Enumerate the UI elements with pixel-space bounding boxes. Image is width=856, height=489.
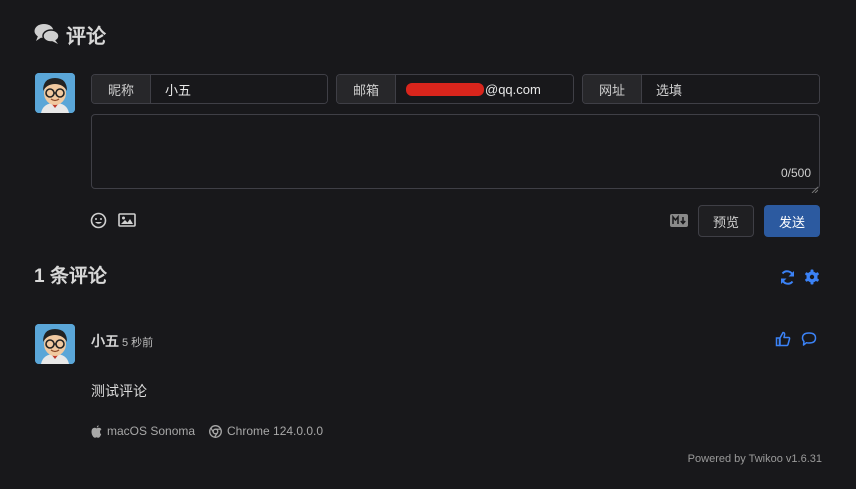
preview-button[interactable]: 预览 <box>698 205 754 237</box>
send-button[interactable]: 发送 <box>764 205 820 237</box>
markdown-icon <box>670 214 688 227</box>
website-label: 网址 <box>583 75 642 103</box>
browser-meta: Chrome 124.0.0.0 <box>209 424 323 438</box>
resize-handle-icon[interactable] <box>811 180 819 194</box>
os-meta: macOS Sonoma <box>91 424 195 438</box>
refresh-icon[interactable] <box>779 269 796 286</box>
image-upload-icon[interactable] <box>118 212 136 228</box>
settings-gear-icon[interactable] <box>804 269 820 285</box>
comment-author[interactable]: 小五 <box>91 331 119 351</box>
emoji-icon[interactable] <box>90 212 107 229</box>
powered-by-link[interactable]: Powered by Twikoo v1.6.31 <box>688 453 822 465</box>
char-counter: 0/500 <box>780 166 811 180</box>
website-field[interactable]: 网址 选填 <box>582 74 820 104</box>
comment-content: 测试评论 <box>91 383 147 399</box>
page-title: 评论 <box>66 25 106 48</box>
redaction-mark <box>406 82 484 96</box>
comment-textarea[interactable]: 0/500 <box>91 114 820 194</box>
os-label: macOS Sonoma <box>107 424 196 438</box>
avatar <box>35 73 75 113</box>
comments-header: 评论 <box>34 20 106 48</box>
like-icon[interactable] <box>775 331 791 347</box>
comment-time: 5 秒前 <box>122 337 154 349</box>
chrome-icon <box>209 424 222 438</box>
email-field[interactable]: 邮箱 @qq.com <box>336 74 574 104</box>
browser-label: Chrome 124.0.0.0 <box>227 424 324 438</box>
comment-count-title: 1 条评论 <box>34 266 107 287</box>
email-input[interactable]: @qq.com <box>396 75 573 103</box>
comments-icon <box>34 23 60 45</box>
website-input[interactable]: 选填 <box>642 75 819 103</box>
nickname-field[interactable]: 昵称 小五 <box>91 74 328 104</box>
comment-avatar <box>35 324 75 364</box>
email-suffix: @qq.com <box>485 81 541 97</box>
nickname-label: 昵称 <box>92 75 151 103</box>
apple-icon <box>91 424 102 438</box>
reply-icon[interactable] <box>801 331 817 347</box>
nickname-input[interactable]: 小五 <box>151 75 327 103</box>
email-label: 邮箱 <box>337 75 396 103</box>
